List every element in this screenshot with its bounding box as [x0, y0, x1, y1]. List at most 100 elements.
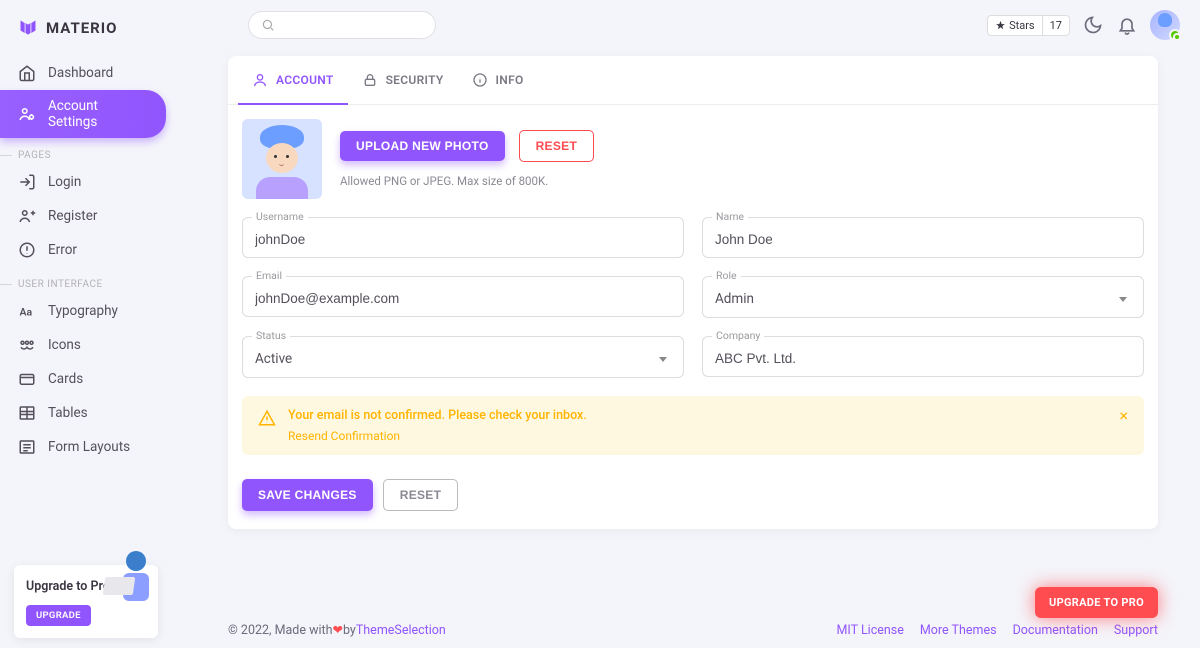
resend-link[interactable]: Resend Confirmation — [288, 429, 587, 443]
alert-close[interactable]: × — [1119, 408, 1128, 424]
reset-photo-button[interactable]: RESET — [519, 130, 595, 162]
star-icon — [995, 20, 1006, 31]
user-menu[interactable] — [1150, 10, 1180, 40]
tab-info[interactable]: INFO — [458, 56, 538, 104]
role-label: Role — [712, 269, 741, 282]
nav-typography[interactable]: Aa Typography — [0, 294, 166, 328]
username-label: Username — [252, 210, 308, 223]
notifications[interactable] — [1116, 14, 1138, 36]
nav-label: Dashboard — [48, 65, 113, 81]
upgrade-button[interactable]: UPGRADE — [26, 605, 91, 626]
status-field-wrap: Status Active — [242, 336, 684, 378]
sidebar: MATERIO Dashboard Account Settings PAGES… — [0, 0, 180, 648]
nav-label: Form Layouts — [48, 439, 130, 455]
brand[interactable]: MATERIO — [0, 12, 180, 56]
cards-icon — [18, 370, 36, 388]
nav-label: Tables — [48, 405, 88, 421]
tab-security[interactable]: SECURITY — [348, 56, 458, 104]
tabs: ACCOUNT SECURITY INFO — [228, 56, 1158, 105]
company-input[interactable] — [702, 336, 1144, 377]
footer-link-themes[interactable]: More Themes — [920, 623, 997, 638]
nav-tables[interactable]: Tables — [0, 396, 166, 430]
typography-icon: Aa — [18, 302, 36, 320]
footer-link-support[interactable]: Support — [1114, 623, 1158, 638]
nav-label: Login — [48, 174, 81, 190]
github-label: Stars — [1009, 19, 1035, 32]
svg-text:Aa: Aa — [20, 306, 33, 319]
nav-account-settings[interactable]: Account Settings — [0, 90, 166, 138]
name-input[interactable] — [702, 217, 1144, 258]
footer-link-docs[interactable]: Documentation — [1013, 623, 1098, 638]
email-label: Email — [252, 269, 286, 282]
footer-link-license[interactable]: MIT License — [837, 623, 904, 638]
content: ACCOUNT SECURITY INFO UPLOAD NEW PHOTO R… — [228, 56, 1158, 529]
theme-toggle[interactable] — [1082, 14, 1104, 36]
search-input[interactable] — [248, 11, 436, 39]
name-field-wrap: Name — [702, 217, 1144, 258]
nav-register[interactable]: Register — [0, 199, 166, 233]
footer-by: by — [343, 623, 356, 638]
company-field-wrap: Company — [702, 336, 1144, 378]
nav-form-layouts[interactable]: Form Layouts — [0, 430, 166, 464]
online-indicator — [1173, 33, 1181, 41]
settings-card: ACCOUNT SECURITY INFO UPLOAD NEW PHOTO R… — [228, 56, 1158, 529]
role-select[interactable]: Admin — [702, 276, 1144, 318]
role-value: Admin — [715, 291, 754, 307]
nav-login[interactable]: Login — [0, 165, 166, 199]
lock-icon — [362, 72, 378, 88]
nav-label: Register — [48, 208, 97, 224]
topbar: Stars 17 — [228, 0, 1200, 50]
upgrade-pro-button[interactable]: UPGRADE TO PRO — [1035, 587, 1158, 618]
bell-icon — [1117, 15, 1137, 35]
brand-logo-icon — [18, 18, 38, 38]
email-field-wrap: Email — [242, 276, 684, 318]
email-input[interactable] — [242, 276, 684, 317]
chevron-down-icon — [1119, 297, 1127, 302]
upgrade-card: Upgrade to Premium UPGRADE — [14, 565, 158, 638]
tab-label: ACCOUNT — [276, 73, 334, 87]
profile-photo — [242, 119, 322, 199]
chevron-down-icon — [659, 357, 667, 362]
footer-author[interactable]: ThemeSelection — [356, 623, 446, 638]
info-icon — [472, 72, 488, 88]
tab-label: SECURITY — [386, 73, 444, 87]
tab-label: INFO — [496, 73, 524, 87]
upload-photo-button[interactable]: UPLOAD NEW PHOTO — [340, 131, 505, 161]
nav-label: Error — [48, 242, 77, 258]
photo-hint: Allowed PNG or JPEG. Max size of 800K. — [340, 174, 594, 188]
warning-icon — [258, 409, 276, 427]
company-label: Company — [712, 329, 764, 342]
form-icon — [18, 438, 36, 456]
name-label: Name — [712, 210, 748, 223]
nav-icons[interactable]: Icons — [0, 328, 166, 362]
alert-message: Your email is not confirmed. Please chec… — [288, 408, 587, 423]
search-icon — [261, 18, 275, 32]
footer-prefix: © 2022, Made with — [228, 623, 332, 638]
icons-icon — [18, 336, 36, 354]
nav-section-ui: USER INTERFACE — [0, 267, 180, 294]
email-alert: Your email is not confirmed. Please chec… — [242, 396, 1144, 455]
nav-error[interactable]: Error — [0, 233, 166, 267]
username-field-wrap: Username — [242, 217, 684, 258]
status-select[interactable]: Active — [242, 336, 684, 378]
tab-account[interactable]: ACCOUNT — [238, 56, 348, 104]
nav-section-pages: PAGES — [0, 138, 180, 165]
nav-label: Account Settings — [48, 98, 148, 130]
nav-label: Typography — [48, 303, 118, 319]
status-label: Status — [252, 329, 290, 342]
nav-label: Icons — [48, 337, 81, 353]
username-input[interactable] — [242, 217, 684, 258]
reset-button[interactable]: RESET — [383, 479, 459, 511]
role-field-wrap: Role Admin — [702, 276, 1144, 318]
home-icon — [18, 64, 36, 82]
upgrade-illustration — [110, 551, 162, 631]
github-stars[interactable]: Stars 17 — [987, 15, 1070, 36]
save-button[interactable]: SAVE CHANGES — [242, 479, 373, 511]
tables-icon — [18, 404, 36, 422]
brand-text: MATERIO — [46, 19, 118, 37]
nav-cards[interactable]: Cards — [0, 362, 166, 396]
nav-dashboard[interactable]: Dashboard — [0, 56, 166, 90]
moon-icon — [1083, 15, 1103, 35]
account-settings-icon — [18, 105, 36, 123]
login-icon — [18, 173, 36, 191]
